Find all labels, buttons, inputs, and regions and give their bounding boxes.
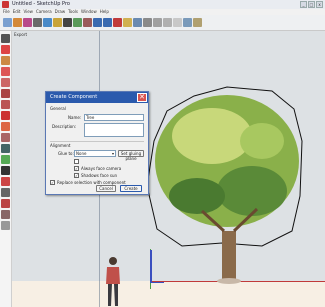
description-label: Description: xyxy=(52,124,77,129)
arc-tool-icon[interactable] xyxy=(1,56,10,65)
glue-to-select[interactable]: None ▾ xyxy=(74,150,116,157)
dialog-separator xyxy=(50,141,144,142)
right-view-icon[interactable] xyxy=(173,18,182,27)
orbit-tool-icon[interactable] xyxy=(1,166,10,175)
main-toolbar xyxy=(0,15,325,43)
set-gluing-plane-button[interactable]: Set gluing plane xyxy=(118,150,144,161)
rectangle-icon[interactable] xyxy=(43,18,52,27)
house-icon[interactable] xyxy=(183,18,192,27)
tree-foliage-shade xyxy=(217,166,287,216)
shadows-face-sun-label: Shadows face sun xyxy=(81,173,118,178)
viewport-label: Export xyxy=(14,32,28,37)
glue-to-value: None xyxy=(76,151,87,156)
sketchup-logo-icon xyxy=(2,1,9,8)
dialog-title: Create Component xyxy=(46,92,148,103)
window-title: Untitled - SketchUp Pro xyxy=(12,1,70,7)
tree-foliage-dark xyxy=(169,178,225,214)
zoom-icon[interactable] xyxy=(133,18,142,27)
title-bar: Untitled - SketchUp Pro _ □ x xyxy=(0,0,325,9)
always-face-camera-label: Always face camera xyxy=(81,166,122,171)
paint-tool-icon[interactable] xyxy=(1,155,10,164)
replace-selection-checkbox[interactable]: ✓ xyxy=(50,180,55,185)
rectangle-tool-icon[interactable] xyxy=(1,67,10,76)
cut-opening-checkbox[interactable] xyxy=(74,159,79,164)
front-view-icon[interactable] xyxy=(163,18,172,27)
close-window-button[interactable]: x xyxy=(316,1,323,8)
paint-bucket-icon[interactable] xyxy=(23,18,32,27)
figure-body xyxy=(106,267,120,284)
figure-head xyxy=(109,257,117,265)
line-tool-icon[interactable] xyxy=(1,45,10,54)
glue-to-label: Glue to: xyxy=(58,151,74,156)
name-field[interactable]: Tree xyxy=(84,114,144,121)
general-section-label: General xyxy=(50,106,66,111)
tape-measure-icon[interactable] xyxy=(1,144,10,153)
copy-icon[interactable] xyxy=(73,18,82,27)
chevron-down-icon: ▾ xyxy=(111,151,114,156)
always-face-camera-checkbox[interactable]: ✓ xyxy=(74,166,79,171)
maximize-button[interactable]: □ xyxy=(308,1,315,8)
shadows-face-sun-checkbox[interactable]: ✓ xyxy=(74,173,79,178)
figure-legs xyxy=(108,284,118,306)
tree-foliage-light xyxy=(172,108,252,164)
scale-tool-icon[interactable] xyxy=(1,133,10,142)
scale-figure[interactable] xyxy=(103,256,123,307)
look-around-icon[interactable] xyxy=(1,210,10,219)
description-field[interactable] xyxy=(84,123,144,137)
orbit-icon[interactable] xyxy=(113,18,122,27)
select-icon[interactable] xyxy=(3,18,12,27)
move-tool-icon[interactable] xyxy=(1,111,10,120)
undo-icon[interactable] xyxy=(93,18,102,27)
tree-shadow xyxy=(217,278,241,284)
tree-trunk xyxy=(222,231,236,281)
push-pull-icon[interactable] xyxy=(1,100,10,109)
paste-icon[interactable] xyxy=(83,18,92,27)
create-component-dialog: Create Component ✕ General Name: Tree De… xyxy=(45,91,149,195)
circle-icon[interactable] xyxy=(53,18,62,27)
shadows-icon[interactable] xyxy=(193,18,202,27)
zoom-tool-icon[interactable] xyxy=(1,188,10,197)
tree-component[interactable] xyxy=(142,81,312,286)
iso-view-icon[interactable] xyxy=(143,18,152,27)
left-toolbar xyxy=(0,31,12,307)
pan-tool-icon[interactable] xyxy=(1,177,10,186)
tree-foliage-highlight xyxy=(240,123,284,159)
alignment-section-label: Alignment xyxy=(50,143,71,148)
redo-icon[interactable] xyxy=(103,18,112,27)
top-view-icon[interactable] xyxy=(153,18,162,27)
pencil-icon[interactable] xyxy=(33,18,42,27)
section-plane-icon[interactable] xyxy=(1,221,10,230)
circle-tool-icon[interactable] xyxy=(1,78,10,87)
eraser-icon[interactable] xyxy=(13,18,22,27)
minimize-button[interactable]: _ xyxy=(300,1,307,8)
name-label: Name: xyxy=(68,115,82,120)
select-tool-icon[interactable] xyxy=(1,34,10,43)
walk-tool-icon[interactable] xyxy=(1,199,10,208)
cancel-button[interactable]: Cancel xyxy=(96,185,116,192)
dialog-close-button[interactable]: ✕ xyxy=(137,93,147,102)
cut-icon[interactable] xyxy=(63,18,72,27)
rotate-tool-icon[interactable] xyxy=(1,122,10,131)
polygon-tool-icon[interactable] xyxy=(1,89,10,98)
create-button[interactable]: Create xyxy=(120,185,142,192)
pan-icon[interactable] xyxy=(123,18,132,27)
